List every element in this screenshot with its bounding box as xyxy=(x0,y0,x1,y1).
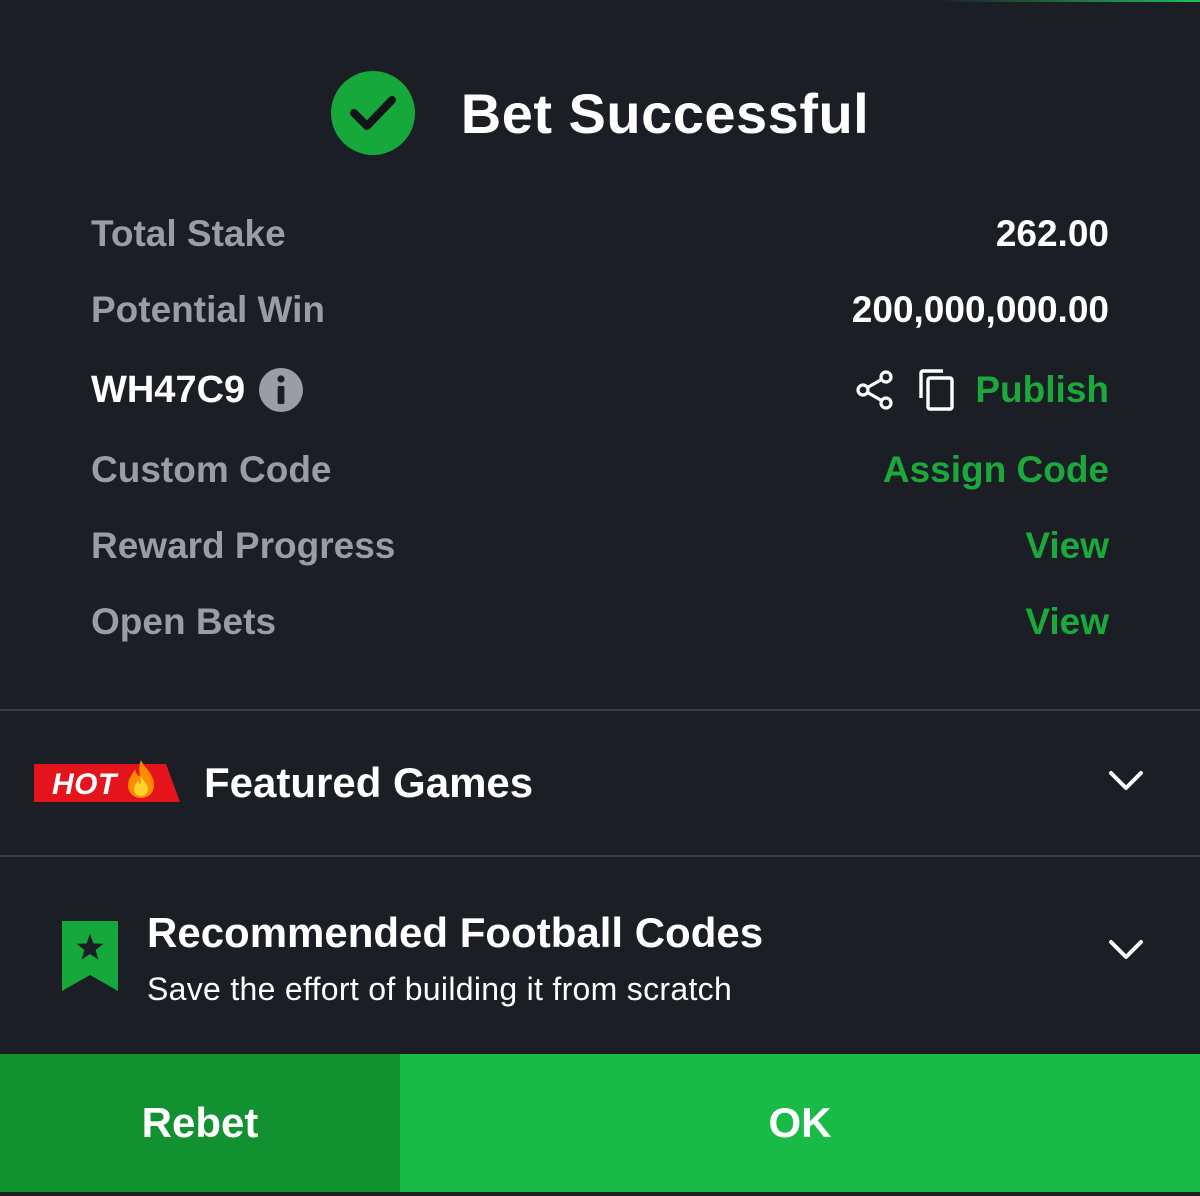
assign-code-link[interactable]: Assign Code xyxy=(883,449,1109,491)
success-header: Bet Successful xyxy=(0,68,1200,158)
open-bets-label: Open Bets xyxy=(91,601,277,642)
info-icon[interactable] xyxy=(259,368,304,412)
total-stake-label: Total Stake xyxy=(91,213,286,254)
check-circle-icon xyxy=(330,71,415,155)
potential-win-row: Potential Win 200,000,000.00 xyxy=(91,272,1109,348)
total-stake-row: Total Stake 262.00 xyxy=(91,196,1109,272)
publish-link[interactable]: Publish xyxy=(975,369,1109,411)
booking-code-row: WH47C9 Publish xyxy=(91,348,1109,432)
hot-badge: HOT xyxy=(34,760,180,802)
booking-code-actions: Publish xyxy=(855,368,1109,412)
booking-code-group: WH47C9 xyxy=(91,368,304,412)
featured-games-title: Featured Games xyxy=(204,759,534,806)
ok-button[interactable]: OK xyxy=(400,1054,1200,1192)
rebet-button[interactable]: Rebet xyxy=(0,1054,400,1192)
top-accent-line xyxy=(0,0,1200,2)
copy-icon[interactable] xyxy=(917,368,957,412)
open-bets-view-link[interactable]: View xyxy=(1025,601,1109,643)
featured-games-section[interactable]: HOT Featured Games xyxy=(0,711,1200,855)
bookmark-star-icon xyxy=(62,921,118,996)
booking-code: WH47C9 xyxy=(91,368,246,411)
bet-summary: Total Stake 262.00 Potential Win 200,000… xyxy=(91,196,1109,660)
share-icon[interactable] xyxy=(855,370,895,410)
total-stake-value: 262.00 xyxy=(995,213,1109,254)
page-title: Bet Successful xyxy=(460,81,870,145)
bottom-edge xyxy=(0,1192,1200,1196)
custom-code-row: Custom Code Assign Code xyxy=(91,432,1109,508)
potential-win-label: Potential Win xyxy=(91,289,325,330)
fire-icon xyxy=(124,758,158,805)
open-bets-row: Open Bets View xyxy=(91,584,1109,660)
recommended-codes-subtitle: Save the effort of building it from scra… xyxy=(147,971,733,1007)
potential-win-value: 200,000,000.00 xyxy=(851,289,1109,330)
reward-progress-label: Reward Progress xyxy=(91,525,396,566)
custom-code-label: Custom Code xyxy=(91,449,332,490)
recommended-codes-title: Recommended Football Codes xyxy=(147,909,764,956)
reward-progress-row: Reward Progress View xyxy=(91,508,1109,584)
reward-progress-view-link[interactable]: View xyxy=(1025,525,1109,567)
hot-badge-text: HOT xyxy=(52,768,117,801)
footer-actions: Rebet OK xyxy=(0,1054,1200,1192)
recommended-codes-section[interactable]: Recommended Football Codes Save the effo… xyxy=(0,857,1200,1054)
chevron-down-icon[interactable] xyxy=(1108,770,1144,797)
chevron-down-icon[interactable] xyxy=(1108,939,1144,966)
